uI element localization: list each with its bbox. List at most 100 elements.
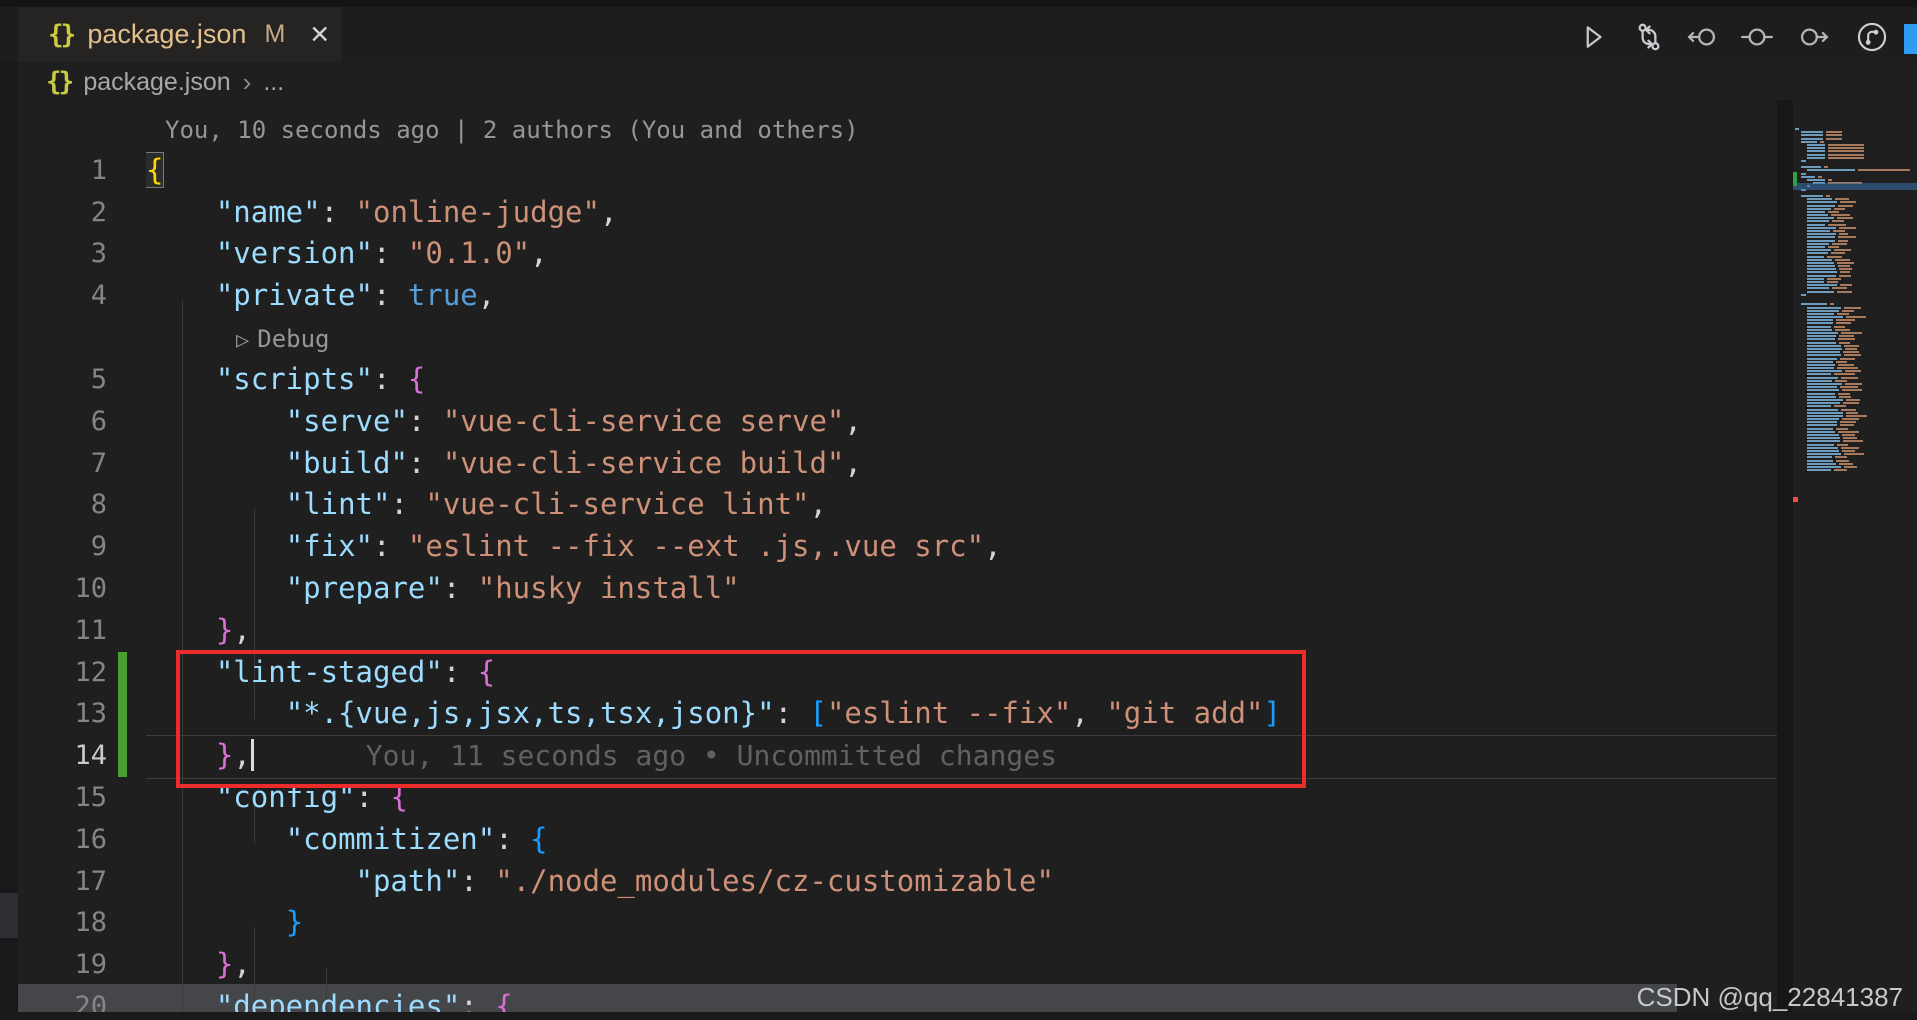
change-icon[interactable]: [1740, 20, 1774, 54]
minimap-line: [1793, 312, 1917, 315]
code-line-19[interactable]: 19 },: [18, 944, 1777, 986]
code-content[interactable]: {: [146, 150, 1777, 192]
code-content[interactable]: "build": "vue-cli-service build",: [146, 443, 1777, 485]
code-line-2[interactable]: 2 "name": "online-judge",: [18, 192, 1777, 234]
left-scroll-thumb[interactable]: [0, 893, 18, 938]
line-number[interactable]: 6: [18, 401, 107, 443]
code-line-13[interactable]: 13 "*.{vue,js,jsx,ts,tsx,json}": ["eslin…: [18, 693, 1777, 736]
code-content[interactable]: "private": true,: [146, 275, 1777, 317]
minimap-key-bar: [1807, 277, 1825, 280]
minimap-key-bar: [1807, 169, 1855, 172]
gitlens-codelens[interactable]: You, 10 seconds ago | 2 authors (You and…: [146, 116, 859, 144]
code-content[interactable]: "lint": "vue-cli-service lint",: [146, 484, 1777, 526]
line-number[interactable]: 3: [18, 233, 107, 275]
code-content[interactable]: "scripts": {: [146, 359, 1777, 401]
debug-row[interactable]: ▷ Debug: [18, 317, 1777, 359]
code-content[interactable]: }: [146, 902, 1777, 944]
minimap-key-bar: [1801, 137, 1823, 140]
code-line-4[interactable]: 4 "private": true,: [18, 275, 1777, 317]
line-number[interactable]: 9: [18, 526, 107, 568]
code-line-1[interactable]: 1{: [18, 150, 1777, 192]
code-content[interactable]: "path": "./node_modules/cz-customizable": [146, 861, 1777, 903]
code-content[interactable]: You, 10 seconds ago | 2 authors (You and…: [146, 108, 1777, 150]
line-number[interactable]: 5: [18, 359, 107, 401]
code-line-3[interactable]: 3 "version": "0.1.0",: [18, 233, 1777, 275]
breadcrumb-file[interactable]: package.json: [83, 68, 230, 97]
code-content[interactable]: }, You, 11 seconds ago • Uncommitted chan…: [146, 735, 1777, 777]
code-line-15[interactable]: 15 "config": {: [18, 777, 1777, 819]
code-line-7[interactable]: 7 "build": "vue-cli-service build",: [18, 443, 1777, 485]
close-icon[interactable]: ✕: [309, 20, 330, 50]
code-line-12[interactable]: 12 "lint-staged": {: [18, 651, 1777, 694]
minimap-key-bar: [1807, 201, 1837, 204]
minimap-value-bar: [1839, 395, 1852, 398]
code-token: "build": [285, 445, 408, 480]
code-content[interactable]: "name": "online-judge",: [146, 192, 1777, 234]
code-content[interactable]: "commitizen": {: [146, 819, 1777, 861]
code-content[interactable]: },: [146, 610, 1777, 652]
code-content[interactable]: "prepare": "husky install": [146, 568, 1777, 610]
line-number[interactable]: 19: [18, 944, 107, 986]
split-editor-icon-partial[interactable]: [1904, 24, 1917, 54]
gitlens-graph-icon[interactable]: [1855, 20, 1889, 54]
line-number[interactable]: 15: [18, 777, 107, 819]
line-number[interactable]: 2: [18, 192, 107, 234]
minimap[interactable]: [1793, 128, 1917, 1020]
line-number[interactable]: 12: [18, 652, 107, 694]
debug-codelens[interactable]: ▷ Debug: [146, 325, 330, 353]
code-line-9[interactable]: 9 "fix": "eslint --fix --ext .js,.vue sr…: [18, 526, 1777, 568]
line-number[interactable]: 8: [18, 484, 107, 526]
code-line-10[interactable]: 10 "prepare": "husky install": [18, 568, 1777, 610]
minimap-line: [1793, 376, 1917, 379]
code-line-14[interactable]: 14 }, You, 11 seconds ago • Uncommitted c…: [18, 735, 1777, 777]
next-change-icon[interactable]: [1796, 20, 1830, 54]
line-number[interactable]: 10: [18, 568, 107, 610]
code-token: "prepare": [285, 570, 443, 605]
previous-change-icon[interactable]: [1686, 20, 1720, 54]
minimap-value-bar: [1844, 347, 1858, 350]
line-number[interactable]: 13: [18, 693, 107, 735]
code-line-11[interactable]: 11 },: [18, 610, 1777, 652]
code-content[interactable]: },: [146, 944, 1777, 986]
line-number[interactable]: 16: [18, 819, 107, 861]
code-line-5[interactable]: 5 "scripts": {: [18, 359, 1777, 401]
code-content[interactable]: "fix": "eslint --fix --ext .js,.vue src"…: [146, 526, 1777, 568]
code-content[interactable]: "serve": "vue-cli-service serve",: [146, 401, 1777, 443]
line-number[interactable]: 1: [18, 150, 107, 192]
minimap-key-bar: [1807, 217, 1834, 220]
code-token: :: [442, 654, 478, 689]
code-token: "0.1.0": [407, 236, 531, 271]
code-line-8[interactable]: 8 "lint": "vue-cli-service lint",: [18, 484, 1777, 526]
minimap-line: [1793, 373, 1917, 376]
breadcrumb-ellipsis[interactable]: ...: [263, 68, 284, 97]
tab-bar: {} package.json M ✕: [0, 0, 1917, 62]
tab-package-json[interactable]: {} package.json M ✕: [18, 7, 342, 62]
minimap-line: [1793, 456, 1917, 459]
line-number[interactable]: 7: [18, 443, 107, 485]
code-content[interactable]: ▷ Debug: [146, 317, 1777, 359]
code-line-18[interactable]: 18 }: [18, 902, 1777, 944]
code-content[interactable]: "*.{vue,js,jsx,ts,tsx,json}": ["eslint -…: [146, 693, 1777, 735]
code-content[interactable]: "version": "0.1.0",: [146, 233, 1777, 275]
line-number[interactable]: 11: [18, 610, 107, 652]
run-icon[interactable]: [1575, 20, 1609, 54]
code-line-6[interactable]: 6 "serve": "vue-cli-service serve",: [18, 401, 1777, 443]
line-number[interactable]: 4: [18, 275, 107, 317]
line-number[interactable]: 17: [18, 861, 107, 903]
compare-changes-icon[interactable]: [1632, 20, 1666, 54]
line-number[interactable]: 18: [18, 902, 107, 944]
code-content[interactable]: "lint-staged": {: [146, 652, 1777, 694]
minimap-key-bar: [1807, 236, 1835, 239]
minimap-value-bar: [1836, 427, 1848, 430]
code-line-16[interactable]: 16 "commitizen": {: [18, 819, 1777, 861]
line-number[interactable]: 14: [18, 735, 107, 777]
code-editor[interactable]: You, 10 seconds ago | 2 authors (You and…: [18, 108, 1777, 1020]
code-line-17[interactable]: 17 "path": "./node_modules/cz-customizab…: [18, 861, 1777, 903]
minimap-key-bar: [1807, 316, 1843, 319]
code-content[interactable]: "config": {: [146, 777, 1777, 819]
minimap-key-bar: [1807, 290, 1835, 293]
text-cursor: [250, 739, 254, 772]
minimap-key-bar: [1807, 376, 1839, 379]
lens-row[interactable]: You, 10 seconds ago | 2 authors (You and…: [18, 108, 1777, 150]
minimap-line: [1793, 261, 1917, 264]
